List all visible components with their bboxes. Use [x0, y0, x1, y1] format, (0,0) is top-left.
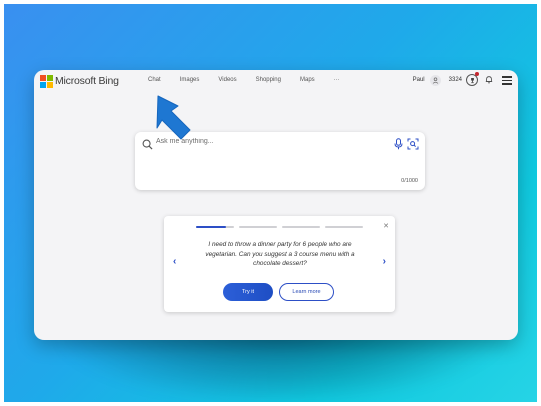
nav-item-videos[interactable]: Videos — [218, 77, 236, 83]
user-name[interactable]: Paul — [413, 77, 425, 83]
nav-item-more[interactable]: ··· — [334, 77, 340, 83]
visual-search-icon[interactable] — [407, 138, 419, 150]
browser-window: Microsoft Bing Chat Images Videos Shoppi… — [34, 70, 518, 340]
progress-step — [282, 226, 320, 228]
try-it-button[interactable]: Try it — [223, 283, 273, 301]
top-nav: Chat Images Videos Shopping Maps ··· — [148, 77, 359, 83]
nav-item-maps[interactable]: Maps — [300, 77, 315, 83]
brand-name: Microsoft Bing — [55, 75, 119, 87]
character-counter: 0/1000 — [401, 178, 418, 184]
carousel-progress — [196, 226, 368, 228]
trophy-icon — [470, 77, 474, 83]
microsoft-logo-icon — [40, 75, 53, 88]
chevron-left-icon[interactable]: ‹ — [173, 256, 176, 267]
notification-dot — [475, 72, 479, 77]
close-icon[interactable]: ✕ — [383, 222, 389, 230]
rewards-points[interactable]: 3324 — [449, 77, 462, 83]
rewards-trophy-icon[interactable] — [466, 72, 479, 87]
nav-item-shopping[interactable]: Shopping — [256, 77, 281, 83]
header-bar: Microsoft Bing Chat Images Videos Shoppi… — [34, 70, 518, 94]
suggestion-text: I need to throw a dinner party for 6 peo… — [205, 241, 355, 267]
avatar[interactable] — [429, 74, 441, 86]
suggestion-card: ✕ ‹ I need to throw a dinner party for 6… — [164, 216, 395, 312]
pointer-arrow-icon — [156, 95, 191, 140]
header-tools: Paul 3324 — [413, 72, 512, 87]
progress-step — [196, 226, 234, 228]
progress-step — [239, 226, 277, 228]
progress-step — [325, 226, 363, 228]
nav-item-chat[interactable]: Chat — [148, 77, 161, 83]
hamburger-menu-icon[interactable] — [502, 74, 512, 87]
chevron-right-icon[interactable]: › — [383, 256, 386, 267]
person-icon — [432, 77, 438, 84]
bing-logo[interactable]: Microsoft Bing — [40, 75, 119, 88]
bell-icon[interactable] — [485, 75, 493, 86]
nav-item-images[interactable]: Images — [180, 77, 200, 83]
learn-more-button[interactable]: Learn more — [279, 283, 334, 301]
microphone-icon[interactable] — [394, 138, 403, 150]
